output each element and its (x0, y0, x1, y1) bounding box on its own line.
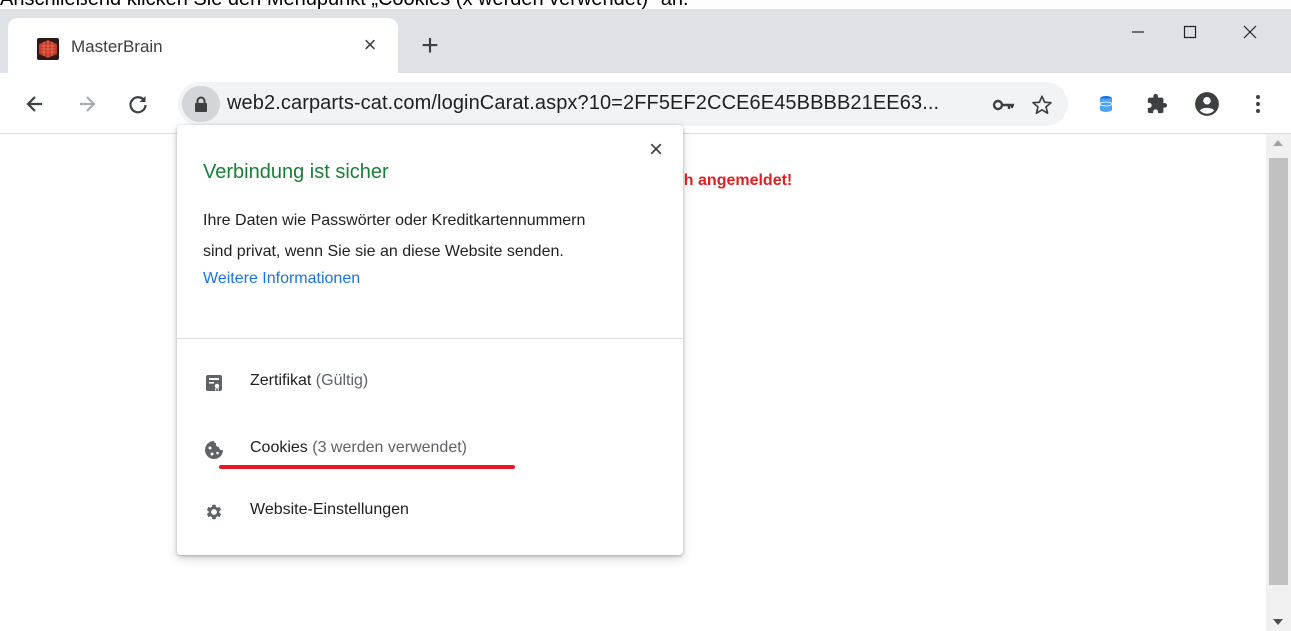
popup-close-icon[interactable]: × (641, 135, 671, 165)
forward-arrow-icon (80, 96, 96, 112)
scroll-down-arrow-icon[interactable] (1273, 619, 1283, 625)
popup-divider (177, 338, 683, 339)
vertical-scrollbar[interactable] (1266, 134, 1291, 631)
site-info-button[interactable] (182, 86, 220, 122)
certificate-label: Zertifikat (250, 372, 312, 389)
profile-button[interactable] (1190, 87, 1224, 121)
extension-database-button[interactable] (1089, 87, 1123, 121)
back-arrow-icon (26, 96, 42, 112)
puzzle-icon (1147, 93, 1168, 114)
tab-strip: MasterBrain × + (0, 9, 1291, 73)
popup-description-line: Ihre Daten wie Passwörter oder Kreditkar… (203, 212, 586, 229)
database-extension-icon (1099, 96, 1113, 112)
popup-description: Ihre Daten wie Passwörter oder Kreditkar… (203, 205, 663, 267)
forward-button[interactable] (70, 87, 104, 121)
certificate-icon (203, 372, 225, 394)
maximize-button[interactable] (1162, 9, 1218, 55)
minimize-icon (1132, 31, 1144, 33)
tab-title: MasterBrain (71, 37, 163, 56)
instruction-text: Anschließend klicken Sie den Menüpunkt „… (0, 0, 689, 9)
reload-icon (129, 96, 147, 114)
site-info-popup: × Verbindung ist sicher Ihre Daten wie P… (177, 125, 683, 555)
masterbrain-favicon-icon (37, 38, 59, 60)
back-button[interactable] (18, 87, 52, 121)
more-info-link[interactable]: Weitere Informationen (203, 267, 360, 291)
lock-icon (195, 96, 207, 112)
cookies-highlight-underline (219, 465, 515, 469)
address-bar[interactable]: web2.carparts-cat.com/loginCarat.aspx?10… (178, 82, 1068, 126)
certificate-status: (Gültig) (311, 372, 369, 389)
gear-icon (203, 501, 225, 523)
account-circle-icon (1195, 92, 1219, 116)
popup-description-line: sind privat, wenn Sie sie an diese Websi… (203, 243, 564, 260)
password-key-button[interactable] (990, 91, 1018, 119)
certificate-menu-item[interactable]: Zertifikat (Gültig) (177, 358, 683, 408)
cookies-label: Cookies (250, 439, 308, 456)
maximize-icon (1183, 25, 1197, 39)
star-icon (1032, 95, 1052, 115)
menu-button[interactable] (1241, 87, 1275, 121)
site-settings-menu-item[interactable]: Website-Einstellungen (177, 487, 683, 537)
tab-masterbrain[interactable]: MasterBrain × (8, 18, 398, 73)
window-close-icon (1243, 25, 1257, 39)
new-tab-button[interactable]: + (414, 31, 446, 63)
scroll-up-arrow-icon[interactable] (1273, 140, 1283, 146)
cookie-icon (203, 439, 225, 461)
bookmark-star-button[interactable] (1028, 91, 1056, 119)
more-vertical-icon (1256, 95, 1260, 113)
cookies-count: (3 werden verwendet) (307, 439, 467, 456)
scroll-thumb[interactable] (1269, 158, 1288, 585)
window-close-button[interactable] (1222, 9, 1278, 55)
key-icon (992, 99, 1014, 111)
url-text[interactable]: web2.carparts-cat.com/loginCarat.aspx?10… (227, 92, 939, 115)
site-settings-label: Website-Einstellungen (250, 501, 409, 518)
login-error-message: sch angemeldet! (666, 172, 793, 189)
reload-button[interactable] (121, 87, 155, 121)
minimize-button[interactable] (1110, 9, 1166, 55)
popup-title: Verbindung ist sicher (203, 161, 389, 183)
tab-close-icon[interactable]: × (357, 32, 383, 58)
extensions-button[interactable] (1140, 87, 1174, 121)
